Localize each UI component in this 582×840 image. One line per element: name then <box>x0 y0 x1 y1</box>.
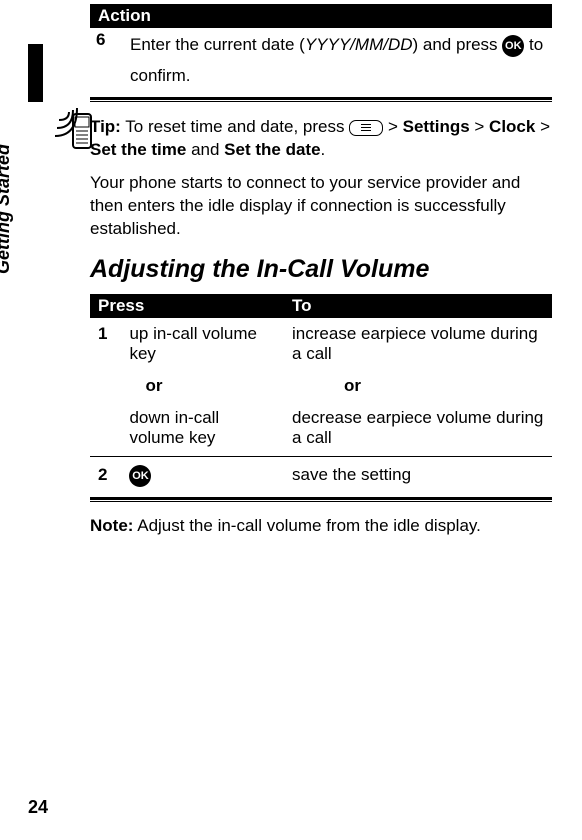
step-text-mid: ) and press <box>413 35 503 54</box>
step-number: 6 <box>90 28 124 93</box>
page-number: 24 <box>28 797 48 818</box>
action-table: Action 6 Enter the current date (YYYY/MM… <box>90 4 552 93</box>
table-end-rule <box>90 97 552 102</box>
section-heading: Adjusting the In-Call Volume <box>90 255 552 284</box>
ok-key-icon: OK <box>129 465 151 487</box>
vol-press-down: down in-call volume key <box>121 402 284 454</box>
section-label: Getting Started <box>0 144 14 274</box>
vol-row-1a: 1 up in-call volume key increase earpiec… <box>90 318 552 370</box>
vol-press-up: up in-call volume key <box>121 318 284 370</box>
or-to: or <box>284 370 552 402</box>
vol-to-increase: increase earpiece volume during a call <box>284 318 552 370</box>
vol-to-decrease: decrease earpiece volume during a call <box>284 402 552 454</box>
note-text: Adjust the in-call volume from the idle … <box>133 516 480 535</box>
page: Getting Started Action 6 Enter the curre… <box>0 4 582 840</box>
vol-row-1b: down in-call volume key decrease earpiec… <box>90 402 552 454</box>
settings-menu: Settings <box>403 117 470 136</box>
step-text: Enter the current date (YYYY/MM/DD) and … <box>124 28 552 93</box>
menu-key-icon <box>349 120 383 136</box>
action-header: Action <box>90 4 552 28</box>
gt1: > <box>383 117 402 136</box>
step-text-before: Enter the current date ( <box>130 35 305 54</box>
note-paragraph: Note: Adjust the in-call volume from the… <box>90 516 552 536</box>
body-paragraph: Your phone starts to connect to your ser… <box>90 172 552 241</box>
note-label: Note: <box>90 516 133 535</box>
col-to: To <box>284 294 552 318</box>
ok-key-icon: OK <box>502 35 524 57</box>
and-text: and <box>186 140 224 159</box>
phone-speed-icon <box>55 104 99 156</box>
vol-row-or: or or <box>90 370 552 402</box>
vol-step-2: 2 <box>90 459 121 493</box>
row-divider <box>90 456 552 457</box>
vol-step-1: 1 <box>90 318 121 370</box>
table-end-rule-2 <box>90 497 552 502</box>
volume-table: Press To 1 up in-call volume key increas… <box>90 294 552 493</box>
gt2: > <box>470 117 489 136</box>
set-time-menu: Set the time <box>90 140 186 159</box>
set-date-menu: Set the date <box>224 140 320 159</box>
vol-to-save: save the setting <box>284 459 552 493</box>
or-press: or <box>121 370 284 402</box>
tip-period: . <box>321 140 326 159</box>
clock-menu: Clock <box>489 117 535 136</box>
vol-row-2: 2 OK save the setting <box>90 459 552 493</box>
vol-press-ok: OK <box>121 459 284 493</box>
action-step-row: 6 Enter the current date (YYYY/MM/DD) an… <box>90 28 552 93</box>
gt3: > <box>535 117 550 136</box>
date-format: YYYY/MM/DD <box>305 35 413 54</box>
tip-paragraph: Tip: To reset time and date, press > Set… <box>90 116 552 162</box>
volume-header-row: Press To <box>90 294 552 318</box>
tip-text-1: To reset time and date, press <box>121 117 349 136</box>
side-tab-marker <box>28 44 43 102</box>
col-press: Press <box>90 294 284 318</box>
